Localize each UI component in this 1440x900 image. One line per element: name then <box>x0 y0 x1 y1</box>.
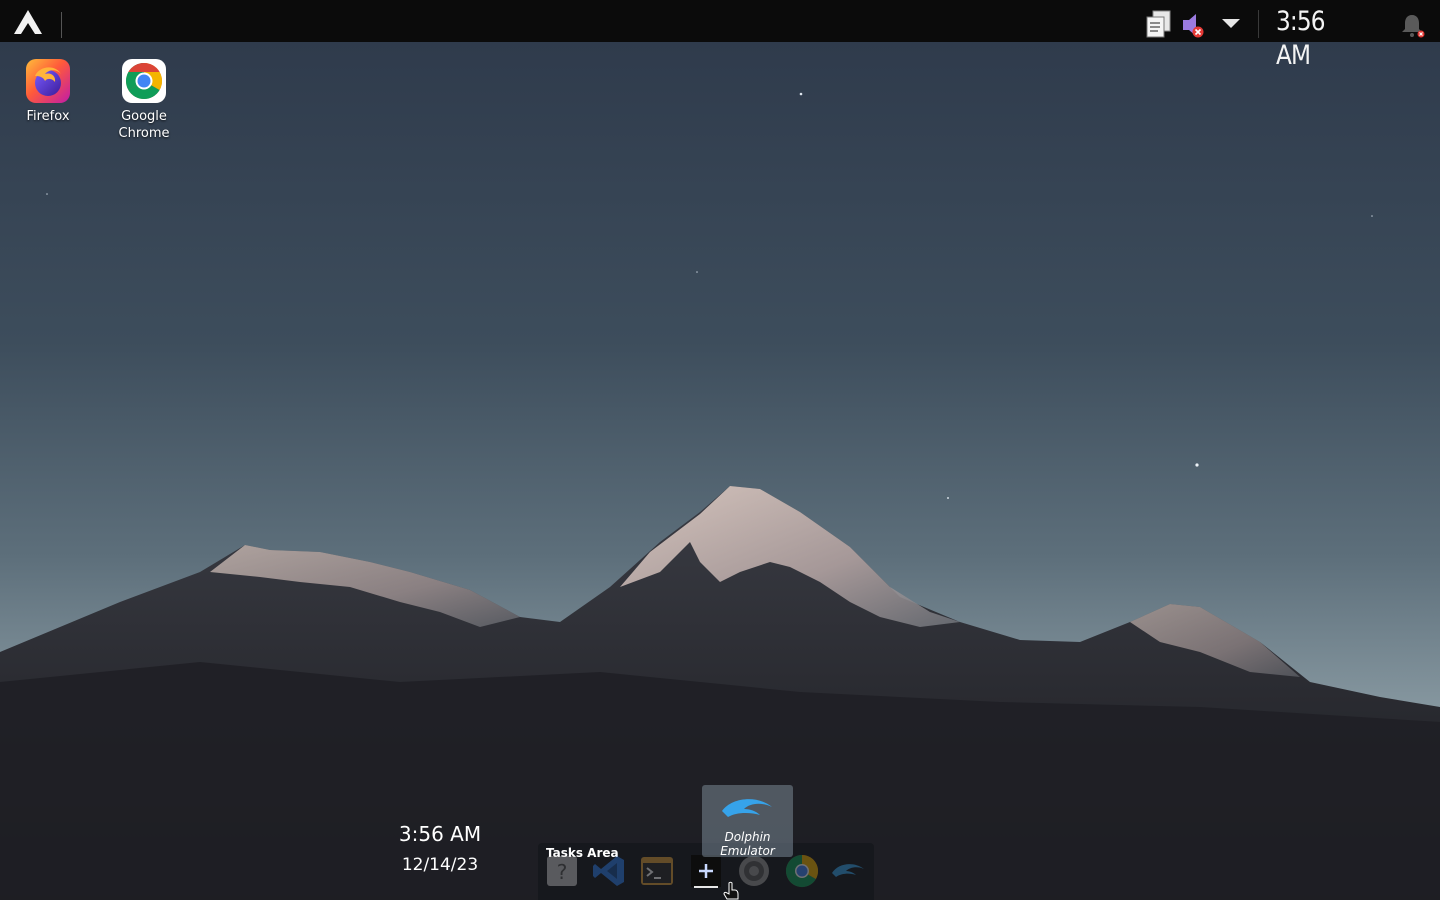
vscode-icon[interactable] <box>591 853 627 889</box>
terminal-icon[interactable] <box>639 853 675 889</box>
desktop-icon-label: Google Chrome <box>118 109 170 141</box>
desktop-icon-label: Firefox <box>26 109 70 124</box>
dolphin-emulator-dock-icon[interactable] <box>830 853 866 889</box>
desktop-clock-time: 3:56 AM <box>398 822 482 846</box>
desktop-icon-chrome[interactable]: Google Chrome <box>96 58 192 142</box>
arch-logo-icon[interactable] <box>12 9 44 35</box>
clipboard-icon[interactable] <box>1144 9 1174 39</box>
panel-clock[interactable]: 3:56 AM <box>1276 5 1362 71</box>
panel-divider <box>61 12 62 38</box>
tooltip-label: Dolphin Emulator <box>720 830 775 858</box>
top-panel: 3:56 AM <box>0 0 1440 71</box>
add-task-icon[interactable] <box>688 853 724 889</box>
hand-cursor-icon <box>723 881 739 900</box>
svg-text:?: ? <box>557 860 568 884</box>
chrome-dock-icon[interactable] <box>784 853 820 889</box>
dolphin-tooltip: Dolphin Emulator <box>702 785 793 858</box>
notification-bell-icon[interactable] <box>1398 11 1426 39</box>
volume-muted-icon[interactable] <box>1180 11 1206 39</box>
wallpaper <box>0 42 1440 900</box>
chrome-icon <box>122 59 166 103</box>
firefox-icon <box>26 59 70 103</box>
settings-icon[interactable] <box>736 853 772 889</box>
chevron-down-icon[interactable] <box>1220 16 1242 30</box>
desktop-clock-date: 12/14/23 <box>401 855 479 875</box>
unknown-app-icon[interactable]: ? <box>544 853 580 889</box>
desktop-icon-firefox[interactable]: Firefox <box>0 58 96 125</box>
dolphin-emulator-icon <box>722 799 772 817</box>
tray-separator <box>1258 10 1259 38</box>
